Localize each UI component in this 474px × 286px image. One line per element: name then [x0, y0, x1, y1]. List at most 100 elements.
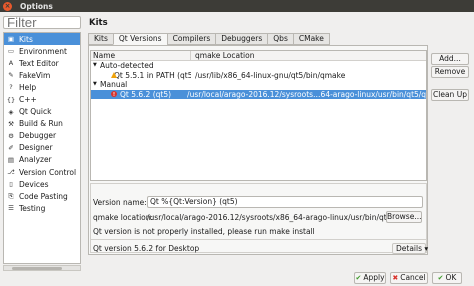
remove-button[interactable]: Remove [431, 66, 469, 78]
error-icon [111, 91, 117, 98]
sidebar-item-analyzer[interactable]: ▤ Analyzer [4, 154, 80, 166]
text-editor-icon: A [8, 59, 14, 68]
sidebar-item-label: Designer [19, 143, 53, 153]
checkmark-icon: ✔ [437, 274, 444, 282]
details-button-label: Details [396, 244, 423, 253]
sidebar-item-label: Code Pasting [19, 191, 68, 201]
tab-bar: Kits Qt Versions Compilers Debuggers Qbs CMak… [88, 33, 330, 45]
version-control-icon: ⎇ [7, 168, 15, 177]
sidebar-item-label: C++ [19, 95, 37, 105]
page-title: Kits [89, 18, 108, 28]
testing-icon: ☰ [8, 204, 14, 213]
sidebar-item-label: Version Control [19, 167, 77, 177]
details-button[interactable]: Details ▾ [392, 243, 429, 254]
sidebar-item-text-editor[interactable]: A Text Editor [4, 57, 80, 69]
tree-header: Name qmake Location [91, 51, 426, 61]
qt-quick-icon: ◈ [8, 107, 14, 116]
tree-row-name: Auto-detected [100, 61, 154, 71]
sidebar-item-label: Debugger [19, 131, 57, 141]
apply-label: Apply [363, 273, 385, 282]
tree-row-name: Manual [100, 80, 128, 90]
designer-icon: ✐ [8, 143, 14, 152]
qmake-location-label: qmake location: [93, 213, 154, 222]
browse-button[interactable]: Browse... [386, 211, 422, 223]
filter-input[interactable] [3, 16, 81, 29]
help-icon: ? [9, 83, 13, 92]
version-summary: Qt version 5.6.2 for Desktop [93, 244, 200, 253]
sidebar-item-designer[interactable]: ✐ Designer [4, 142, 80, 154]
sidebar-item-kits[interactable]: ▣ Kits [4, 33, 80, 46]
window-titlebar: × Options [0, 0, 474, 12]
tree-group-row[interactable]: ▼ Manual [91, 80, 426, 90]
tab-kits[interactable]: Kits [88, 33, 113, 45]
sidebar-item-label: Text Editor [19, 58, 59, 68]
window-title: Options [20, 1, 53, 11]
tab-qbs[interactable]: Qbs [267, 33, 293, 45]
sidebar-item-testing[interactable]: ☰ Testing [4, 202, 80, 214]
scrollbar-thumb[interactable] [12, 267, 62, 270]
cancel-label: Cancel [400, 273, 426, 282]
kits-icon: ▣ [7, 35, 15, 44]
ok-label: OK [445, 273, 457, 282]
tree-row-name: Qt 5.6.2 (qt5) [120, 89, 172, 99]
sidebar-item-version-control[interactable]: ⎇ Version Control [4, 166, 80, 178]
sidebar-item-environment[interactable]: ▭ Environment [4, 45, 80, 57]
sidebar-item-label: Devices [19, 179, 49, 189]
sidebar-item-label: Environment [19, 46, 67, 56]
code-pasting-icon: ⎘ [8, 191, 14, 200]
version-name-field[interactable]: Qt %{Qt:Version} (qt5) [147, 196, 423, 208]
ok-button[interactable]: ✔ OK [432, 272, 462, 284]
divider [91, 239, 426, 240]
header-qmake-location[interactable]: qmake Location [191, 51, 254, 60]
expand-arrow-icon[interactable]: ▼ [93, 80, 99, 89]
sidebar-item-label: Qt Quick [19, 107, 52, 117]
sidebar-item-fakevim[interactable]: ✎ FakeVim [4, 69, 80, 81]
version-name-label: Version name: [93, 198, 147, 207]
tab-cmake[interactable]: CMake [292, 33, 330, 45]
cancel-x-icon: ✖ [392, 274, 399, 282]
clean-up-button[interactable]: Clean Up [431, 89, 469, 101]
tree-row[interactable]: Qt 5.6.2 (qt5) /usr/local/arago-2016.12/s… [91, 89, 426, 99]
qt-versions-tree[interactable]: Name qmake Location ▼ Auto-detected Qt 5.5… [90, 50, 427, 181]
sidebar-item-c[interactable]: {} C++ [4, 93, 80, 105]
tab-compilers[interactable]: Compilers [166, 33, 216, 45]
tree-group-row[interactable]: ▼ Auto-detected [91, 61, 426, 71]
build-run-icon: ⚒ [8, 119, 14, 128]
sidebar-item-debugger[interactable]: ⚙ Debugger [4, 130, 80, 142]
tree-row-location: /usr/local/arago-2016.12/sysroots…64-ara… [187, 89, 426, 99]
sidebar-item-code-pasting[interactable]: ⎘ Code Pasting [4, 190, 80, 202]
apply-button[interactable]: ✔ Apply [354, 272, 386, 284]
tab-qt-versions[interactable]: Qt Versions [112, 33, 167, 45]
tree-row-name: Qt 5.5.1 in PATH (qt5) [114, 70, 191, 80]
checkmark-icon: ✔ [355, 274, 362, 282]
cancel-button[interactable]: ✖ Cancel [390, 272, 428, 284]
chevron-down-icon: ▾ [424, 244, 429, 253]
expand-arrow-icon[interactable]: ▼ [93, 61, 99, 70]
tab-debuggers[interactable]: Debuggers [215, 33, 268, 45]
sidebar-item-build-run[interactable]: ⚒ Build & Run [4, 118, 80, 130]
cpp-icon: {} [6, 95, 16, 104]
sidebar-horizontal-scrollbar[interactable] [3, 265, 81, 271]
tree-cell-name: Qt 5.6.2 (qt5) [91, 90, 183, 99]
debugger-icon: ⚙ [8, 131, 14, 140]
category-sidebar: ▣ Kits ▭ Environment A Text Editor ✎ FakeVim? He… [3, 32, 81, 264]
sidebar-item-devices[interactable]: ▯ Devices [4, 178, 80, 190]
environment-icon: ▭ [7, 47, 15, 56]
fakevim-icon: ✎ [8, 71, 14, 80]
sidebar-item-qt-quick[interactable]: ◈ Qt Quick [4, 106, 80, 118]
tree-row-location: /usr/lib/x86_64-linux-gnu/qt5/bin/qmake [195, 70, 346, 80]
sidebar-item-label: FakeVim [19, 70, 51, 80]
close-icon: × [4, 1, 11, 10]
header-name[interactable]: Name [91, 51, 191, 60]
sidebar-item-label: Analyzer [19, 155, 52, 165]
sidebar-item-label: Build & Run [19, 119, 63, 129]
tree-row[interactable]: Qt 5.5.1 in PATH (qt5) /usr/lib/x86_64-li… [91, 71, 426, 81]
qmake-location-value: /usr/local/arago-2016.12/sysroots/x86_64… [147, 213, 420, 222]
add-button[interactable]: Add... [431, 53, 469, 65]
install-status-text: Qt version is not properly installed, pl… [93, 227, 315, 236]
tree-cell-name: ▼ Auto-detected [91, 61, 191, 70]
sidebar-item-label: Help [19, 82, 37, 92]
window-close-button[interactable]: × [3, 1, 12, 11]
sidebar-item-help[interactable]: ? Help [4, 81, 80, 93]
sidebar-item-label: Kits [19, 34, 33, 44]
